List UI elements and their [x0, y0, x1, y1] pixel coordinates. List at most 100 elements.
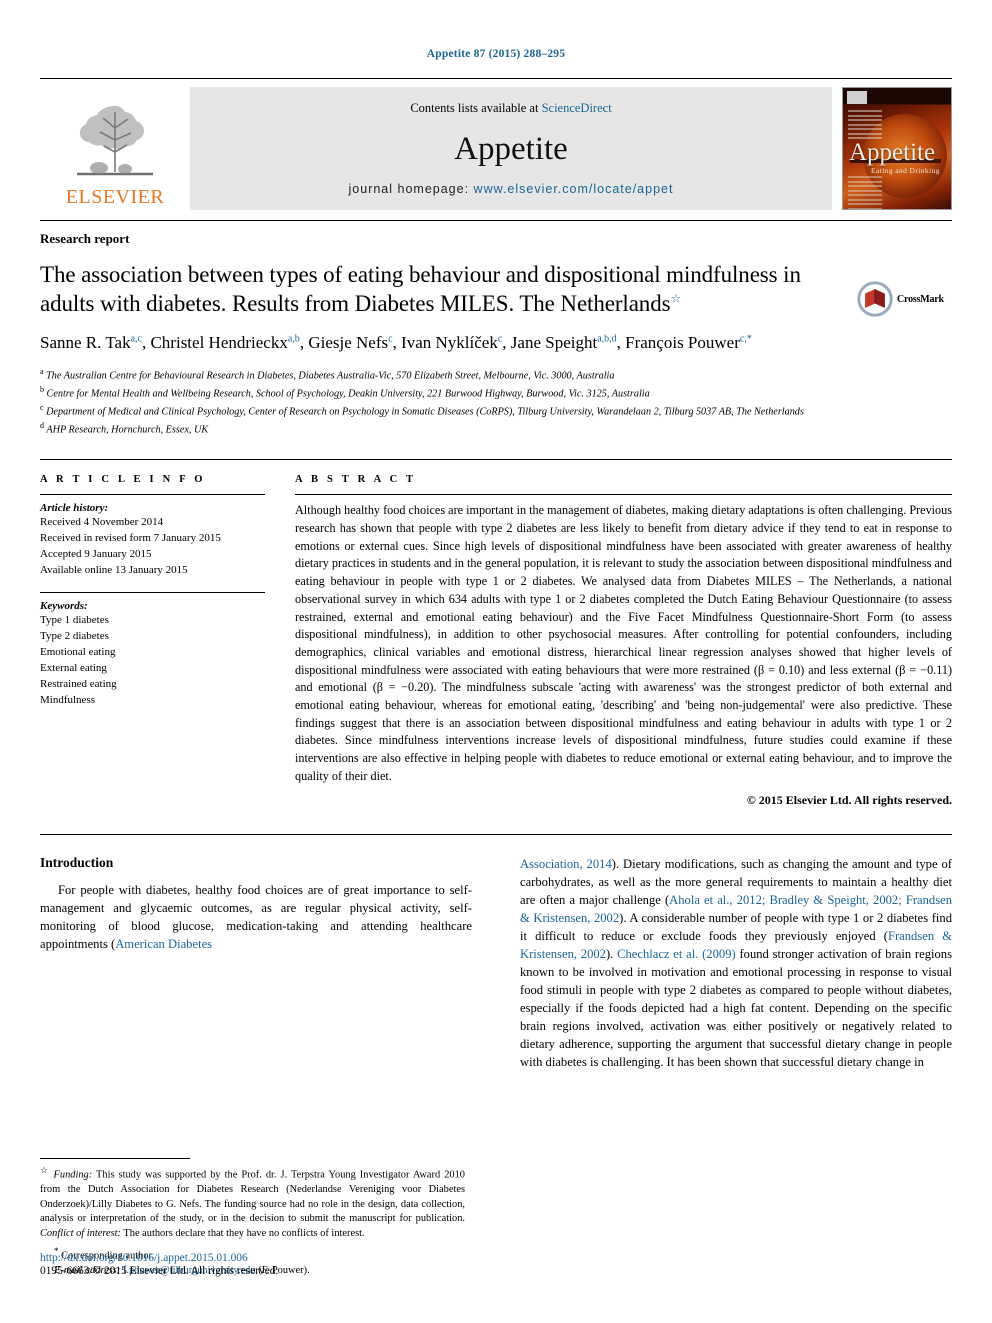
keywords-rule	[40, 592, 265, 594]
affiliation-text: Department of Medical and Clinical Psych…	[46, 406, 804, 418]
footer-doi-block: http://dx.doi.org/10.1016/j.appet.2015.0…	[40, 1252, 278, 1277]
keyword-item: Type 2 diabetes	[40, 630, 109, 643]
author-entry: François Pouwerc,*	[625, 333, 752, 352]
article-first-page: Appetite 87 (2015) 288–295 ELSEVIER Cont…	[0, 0, 992, 1323]
affiliation-list: a The Australian Centre for Behavioural …	[40, 366, 839, 438]
author-entry: Jane Speighta,b,d,	[511, 333, 625, 352]
sciencedirect-link[interactable]: ScienceDirect	[542, 101, 612, 115]
crossmark-badge[interactable]: CrossMark	[857, 281, 952, 317]
author-entry: Ivan Nyklíčekc,	[401, 333, 511, 352]
funding-text: This study was supported by the Prof. dr…	[40, 1169, 465, 1225]
affiliation-text: AHP Research, Hornchurch, Essex, UK	[46, 423, 209, 435]
contents-prefix: Contents lists available at	[410, 101, 542, 115]
article-history-label: Article history:	[40, 502, 109, 515]
author-affiliation-marks: a,b	[287, 333, 300, 345]
body-column-right: Association, 2014). Dietary modification…	[496, 855, 952, 1071]
body-column-left: Introduction For people with diabetes, h…	[40, 855, 496, 1071]
citation-link[interactable]: Association, 2014	[520, 857, 612, 871]
author-entry: Giesje Nefsc,	[308, 333, 401, 352]
article-info-heading: A R T I C L E I N F O	[40, 474, 206, 486]
author-affiliation-marks: a,b,d	[597, 333, 617, 345]
crossmark-label: CrossMark	[897, 293, 944, 305]
running-head: Appetite 87 (2015) 288–295	[426, 48, 566, 60]
affiliation-mark: b	[40, 384, 44, 394]
cover-text-lines-top	[848, 110, 882, 142]
intro-text: found stronger activation of brain regio…	[520, 947, 952, 1070]
homepage-label: journal homepage:	[348, 182, 470, 196]
introduction-paragraph-right: Association, 2014). Dietary modification…	[520, 855, 952, 1071]
issn-copyright-line: 0195-6663/© 2015 Elsevier Ltd. All right…	[40, 1265, 279, 1277]
footnote-rule	[40, 1157, 190, 1159]
author-name[interactable]: Christel Hendrieckx	[150, 333, 287, 352]
author-name[interactable]: François Pouwer	[625, 333, 740, 352]
funding-label: Funding:	[53, 1169, 93, 1181]
author-name[interactable]: Ivan Nyklíček	[401, 333, 498, 352]
author-entry: Christel Hendrieckxa,b,	[150, 333, 308, 352]
elsevier-tree-icon	[77, 105, 153, 176]
conflict-of-interest-label: Conflict of interest:	[40, 1228, 121, 1240]
introduction-paragraph-left: For people with diabetes, healthy food c…	[40, 881, 472, 953]
body-separator-rule	[40, 834, 952, 836]
journal-title: Appetite	[454, 130, 568, 167]
affiliation-text: The Australian Centre for Behavioural Re…	[46, 370, 615, 382]
article-info-rule	[40, 494, 265, 496]
author-name[interactable]: Sanne R. Tak	[40, 333, 131, 352]
history-item: Available online 13 January 2015	[40, 564, 188, 577]
citation-link[interactable]: Chechlacz et al. (2009)	[617, 947, 736, 961]
author-entry: Sanne R. Taka,c,	[40, 333, 150, 352]
doi-link[interactable]: http://dx.doi.org/10.1016/j.appet.2015.0…	[40, 1252, 278, 1264]
history-item: Received in revised form 7 January 2015	[40, 532, 221, 545]
intro-text: For people with diabetes, healthy food c…	[40, 883, 472, 952]
conflict-of-interest-text: The authors declare that they have no co…	[121, 1228, 365, 1240]
author-separator: ,	[502, 332, 511, 352]
article-title-text: The association between types of eating …	[40, 262, 801, 316]
body-two-columns: Introduction For people with diabetes, h…	[40, 855, 952, 1071]
cover-publisher-badge	[847, 91, 867, 104]
masthead-top-rule	[40, 78, 952, 79]
citation-link[interactable]: American Diabetes	[115, 937, 212, 951]
journal-homepage-line: journal homepage: www.elsevier.com/locat…	[349, 182, 674, 196]
cover-journal-subtitle: Eating and Drinking	[871, 166, 940, 175]
keyword-item: Restrained eating	[40, 677, 117, 690]
keyword-item: External eating	[40, 661, 107, 674]
title-separator-rule	[40, 220, 952, 221]
abstract-column: A B S T R A C T Although healthy food ch…	[295, 474, 952, 808]
journal-masthead: ELSEVIER Contents lists available at Sci…	[40, 87, 952, 210]
keyword-item: Emotional eating	[40, 646, 116, 658]
cover-journal-title: Appetite	[849, 139, 936, 166]
affiliation-mark: c	[40, 402, 44, 412]
funding-footnote: ☆ Funding: This study was supported by t…	[40, 1164, 465, 1242]
title-footnote-marker[interactable]: ☆	[670, 291, 681, 305]
journal-band: Contents lists available at ScienceDirec…	[190, 87, 832, 210]
funding-footnote-marker: ☆	[40, 1164, 50, 1175]
keyword-item: Type 1 diabetes	[40, 614, 109, 627]
affiliation-item: d AHP Research, Hornchurch, Essex, UK	[40, 420, 839, 438]
author-affiliation-marks: a,c	[130, 333, 142, 345]
keywords-label: Keywords:	[40, 600, 88, 613]
abstract-text: Although healthy food choices are import…	[295, 503, 952, 783]
keyword-item: Mindfulness	[40, 693, 95, 706]
intro-text: ).	[605, 947, 618, 962]
homepage-url[interactable]: www.elsevier.com/locate/appet	[474, 182, 674, 196]
author-list: Sanne R. Taka,c, Christel Hendrieckxa,b,…	[40, 332, 839, 355]
info-abstract-row: A R T I C L E I N F O Article history: R…	[40, 474, 952, 808]
author-name[interactable]: Giesje Nefs	[308, 333, 388, 352]
history-item: Accepted 9 January 2015	[40, 548, 152, 561]
cover-text-lines-bottom	[848, 176, 882, 209]
affiliation-mark: d	[40, 420, 44, 430]
affiliation-item: c Department of Medical and Clinical Psy…	[40, 402, 839, 420]
elsevier-wordmark: ELSEVIER	[65, 186, 165, 208]
affiliation-mark: a	[40, 366, 44, 376]
abstract-heading: A B S T R A C T	[295, 474, 417, 486]
abstract-rule	[295, 494, 952, 496]
corresponding-author-marker: c,*	[739, 333, 752, 345]
affiliation-item: b Centre for Mental Health and Wellbeing…	[40, 384, 839, 402]
history-item: Received 4 November 2014	[40, 516, 164, 529]
contents-available-line: Contents lists available at ScienceDirec…	[410, 101, 611, 116]
info-separator-rule	[40, 459, 952, 461]
introduction-heading: Introduction	[40, 855, 114, 871]
affiliation-text: Centre for Mental Health and Wellbeing R…	[46, 388, 650, 400]
article-type-kicker: Research report	[40, 231, 130, 246]
author-separator: ,	[616, 332, 626, 352]
author-name[interactable]: Jane Speight	[511, 333, 597, 352]
